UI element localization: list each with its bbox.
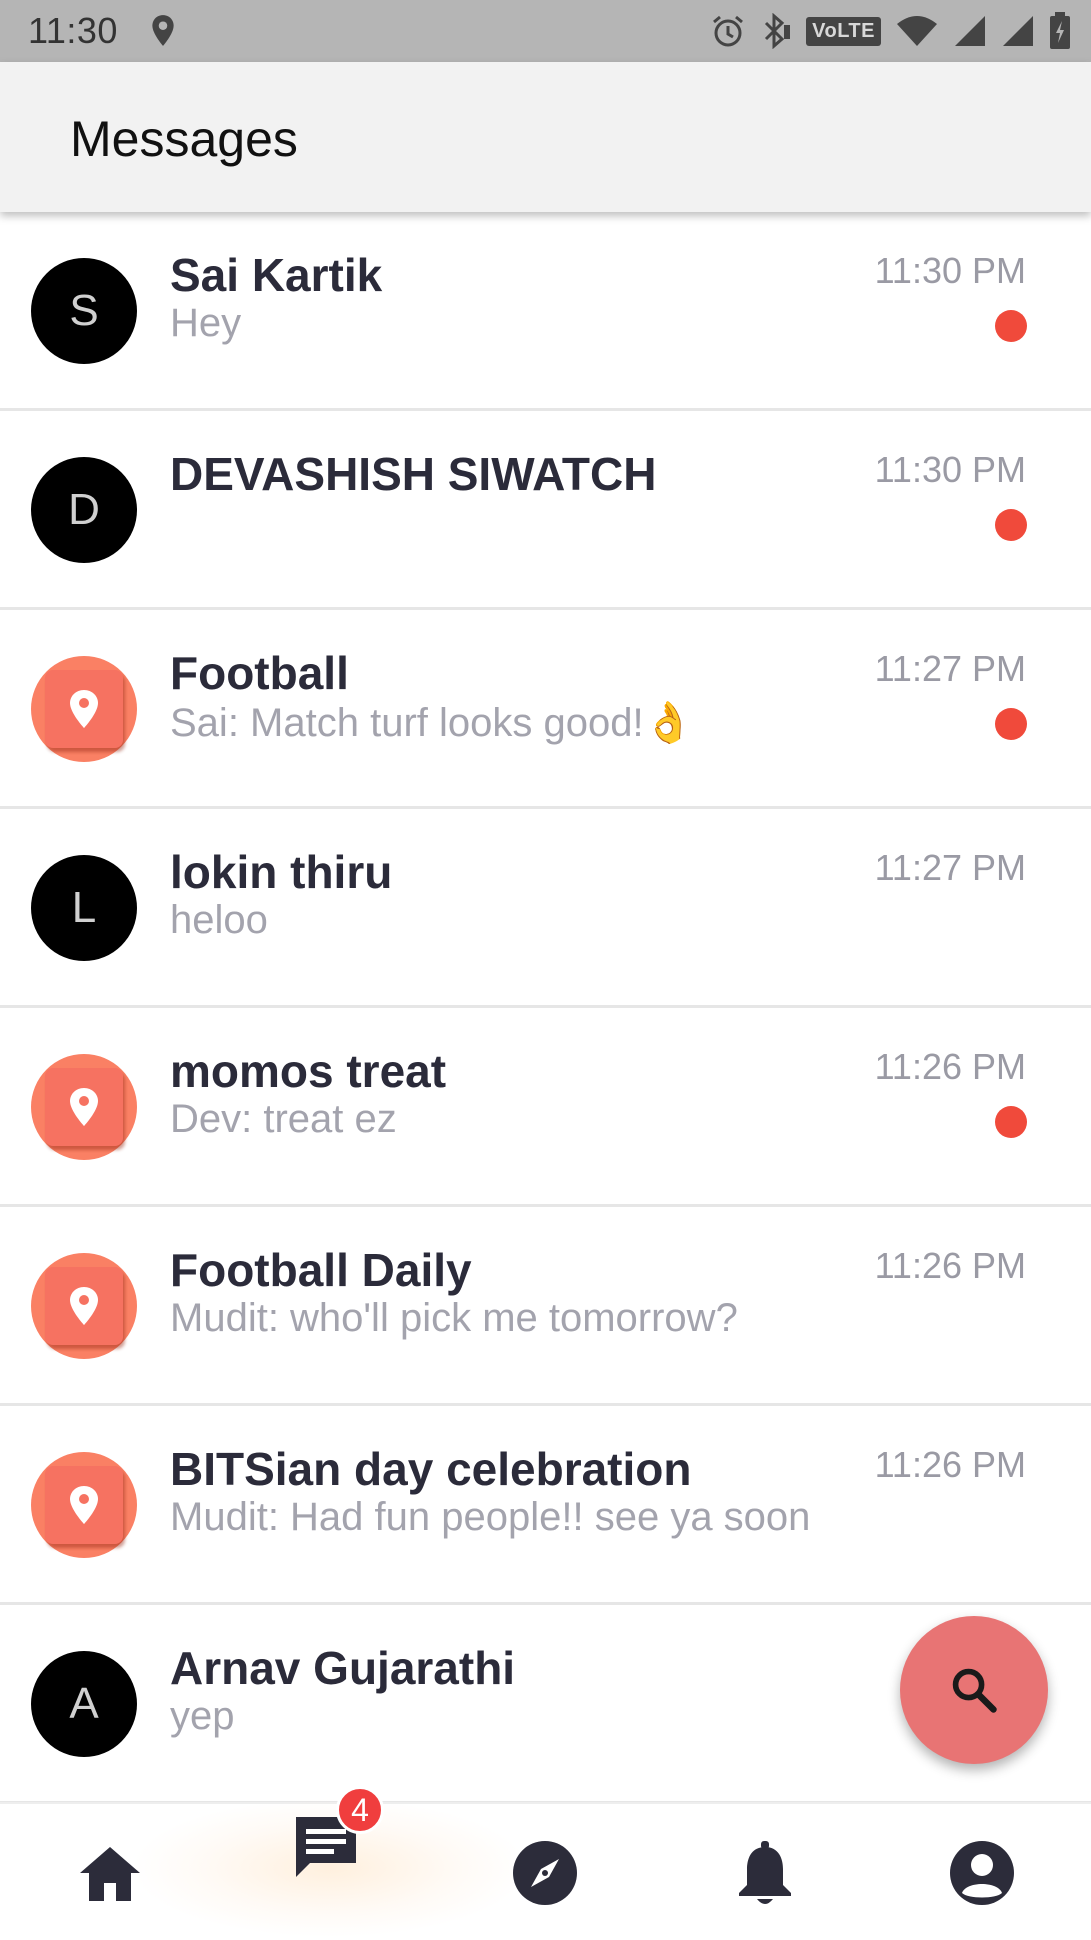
- conversation-row[interactable]: BITSian day celebration Mudit: Had fun pe…: [0, 1406, 1091, 1605]
- conversation-row[interactable]: S Sai Kartik Hey 11:30 PM: [0, 212, 1091, 411]
- message-preview: Mudit: Had fun people!! see ya soon: [170, 1495, 811, 1539]
- group-avatar: [31, 1253, 137, 1359]
- bell-icon: [739, 1841, 791, 1904]
- conversation-name: Sai Kartik: [170, 249, 383, 301]
- conversation-name: DEVASHISH SIWATCH: [170, 448, 657, 500]
- nav-profile[interactable]: [922, 1804, 1042, 1940]
- conversation-row[interactable]: Football Daily Mudit: who'll pick me tomo…: [0, 1207, 1091, 1406]
- group-avatar: [31, 1054, 137, 1160]
- avatar: S: [31, 258, 137, 364]
- group-avatar: [31, 1452, 137, 1558]
- message-preview: heloo: [170, 898, 268, 942]
- location-pin-icon: [70, 1486, 98, 1524]
- message-preview: Sai: Match turf looks good!👌: [170, 701, 694, 745]
- message-preview: Mudit: who'll pick me tomorrow?: [170, 1296, 738, 1340]
- location-pin-icon: [70, 690, 98, 728]
- conversation-name: Arnav Gujarathi: [170, 1642, 516, 1694]
- volte-label: VoLTE: [806, 16, 881, 46]
- unread-indicator: [995, 310, 1027, 342]
- bottom-navigation: 4: [0, 1786, 1091, 1940]
- location-icon: [152, 15, 174, 46]
- conversation-row[interactable]: Llokin thiru heloo 11:27 PM: [0, 809, 1091, 1008]
- wifi-icon: [897, 16, 937, 46]
- message-timestamp: 11:26 PM: [874, 1444, 1026, 1485]
- conversation-list: S Sai Kartik Hey 11:30 PM D DEVASHISH SIWATCH…: [0, 212, 1091, 1804]
- nav-notifications[interactable]: [705, 1804, 825, 1940]
- conversation-row[interactable]: Football Sai: Match turf looks good!👌 11:2…: [0, 610, 1091, 809]
- avatar: L: [31, 855, 137, 961]
- conversation-name: Football: [170, 647, 349, 699]
- account-icon: [950, 1841, 1014, 1905]
- unread-count-badge: 4: [336, 1786, 384, 1834]
- conversation-name: BITSian day celebration: [170, 1443, 692, 1495]
- conversation-name: lokin thiru: [170, 846, 393, 898]
- bluetooth-icon: [765, 13, 791, 49]
- unread-indicator: [995, 509, 1027, 541]
- app-bar: Messages: [0, 62, 1091, 212]
- message-timestamp: 11:26 PM: [874, 1245, 1026, 1286]
- nav-home[interactable]: [50, 1804, 170, 1940]
- conversation-row[interactable]: D DEVASHISH SIWATCH 11:30 PM: [0, 411, 1091, 610]
- group-avatar-tile: [45, 1068, 123, 1146]
- status-icons: VoLTE: [710, 10, 1071, 52]
- unread-indicator: [995, 1106, 1027, 1138]
- message-preview: Hey: [170, 301, 242, 345]
- home-icon: [80, 1847, 140, 1901]
- message-timestamp: 11:26 PM: [874, 1046, 1026, 1087]
- conversation-name: momos treat: [170, 1045, 447, 1097]
- alarm-icon: [713, 15, 744, 47]
- message-preview: Dev: treat ez: [170, 1097, 397, 1141]
- signal-icon-1: [955, 16, 985, 46]
- search-icon: [952, 1668, 997, 1713]
- group-avatar-tile: [45, 670, 123, 748]
- message-timestamp: 11:30 PM: [874, 449, 1026, 490]
- status-bar: 11:30 VoLTE: [0, 0, 1091, 62]
- message-preview: yep: [170, 1694, 235, 1738]
- nav-explore[interactable]: [485, 1804, 605, 1940]
- conversation-row[interactable]: momos treat Dev: treat ez 11:26 PM: [0, 1008, 1091, 1207]
- location-pin-icon: [70, 1088, 98, 1126]
- compass-icon: [513, 1841, 577, 1905]
- nav-messages[interactable]: 4: [266, 1778, 386, 1916]
- status-time: 11:30: [28, 10, 118, 51]
- location-pin-icon: [70, 1287, 98, 1325]
- avatar: D: [31, 457, 137, 563]
- group-avatar-tile: [45, 1267, 123, 1345]
- conversation-name: Football Daily: [170, 1244, 472, 1296]
- avatar: A: [31, 1651, 137, 1757]
- message-timestamp: 11:27 PM: [874, 648, 1026, 689]
- message-timestamp: 11:30 PM: [874, 250, 1026, 291]
- search-fab-button[interactable]: [900, 1616, 1048, 1764]
- signal-icon-2: [1003, 16, 1033, 46]
- unread-indicator: [995, 708, 1027, 740]
- group-avatar-tile: [45, 1466, 123, 1544]
- page-title: Messages: [70, 111, 298, 167]
- message-timestamp: 11:27 PM: [874, 847, 1026, 888]
- battery-icon: [1050, 12, 1070, 49]
- group-avatar: [31, 656, 137, 762]
